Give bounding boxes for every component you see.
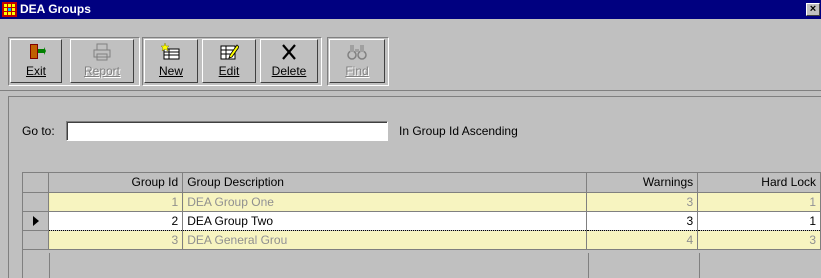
binoculars-icon	[347, 45, 367, 60]
row-selector[interactable]	[23, 211, 50, 231]
table-row[interactable]: 3 DEA General Grou 4 3	[23, 230, 821, 250]
find-button[interactable]: Find	[329, 39, 385, 83]
cell-group-description[interactable]: DEA General Grou	[182, 230, 588, 250]
row-selector-header	[23, 173, 50, 193]
cell-hard-lock[interactable]: 1	[697, 210, 821, 231]
app-grid-icon	[2, 2, 17, 17]
report-button[interactable]: Report	[70, 39, 134, 83]
edit-record-icon	[220, 44, 239, 60]
row-selector[interactable]	[23, 192, 50, 212]
new-record-icon	[161, 43, 180, 60]
cell-group-description[interactable]: DEA Group Two	[182, 210, 588, 231]
column-header-group-description[interactable]: Group Description	[182, 173, 588, 193]
close-button[interactable]: ×	[806, 3, 820, 16]
goto-input[interactable]	[66, 121, 388, 141]
edit-label: Edit	[218, 64, 240, 78]
delete-x-icon	[282, 44, 296, 60]
groups-grid: Group Id Group Description Warnings Hard…	[22, 172, 821, 278]
cell-warnings[interactable]: 3	[586, 192, 699, 212]
delete-button[interactable]: Delete	[260, 39, 318, 83]
toolbar: Exit Report New Edit Delete Find	[0, 19, 821, 91]
grid-divider	[699, 253, 700, 278]
cell-hard-lock[interactable]: 3	[697, 230, 821, 250]
exit-label: Exit	[25, 64, 46, 78]
window-titlebar: DEA Groups ×	[0, 0, 821, 19]
current-row-arrow-icon	[32, 215, 39, 226]
goto-label: Go to:	[22, 124, 55, 138]
row-selector[interactable]	[23, 230, 50, 250]
exit-door-icon	[30, 44, 46, 59]
column-header-hard-lock[interactable]: Hard Lock	[697, 173, 821, 193]
column-header-warnings[interactable]: Warnings	[586, 173, 699, 193]
window-title: DEA Groups	[20, 2, 91, 16]
table-row[interactable]: 1 DEA Group One 3 1	[23, 192, 821, 212]
cell-hard-lock[interactable]: 1	[697, 192, 821, 212]
cell-warnings[interactable]: 4	[586, 230, 699, 250]
new-label: New	[158, 64, 183, 78]
cell-group-id[interactable]: 3	[48, 230, 184, 250]
printer-icon	[93, 43, 111, 61]
table-row-current[interactable]: 2 DEA Group Two 3 1	[23, 210, 821, 231]
grid-header-row: Group Id Group Description Warnings Hard…	[23, 173, 821, 193]
grid-divider	[588, 253, 589, 278]
cell-group-id[interactable]: 2	[48, 210, 184, 231]
cell-group-id[interactable]: 1	[48, 192, 184, 212]
cell-warnings[interactable]: 3	[586, 210, 699, 231]
sort-order-text: In Group Id Ascending	[399, 124, 518, 138]
new-button[interactable]: New	[144, 39, 198, 83]
grid-empty-area	[23, 253, 821, 278]
cell-group-description[interactable]: DEA Group One	[182, 192, 588, 212]
edit-button[interactable]: Edit	[202, 39, 256, 83]
close-icon: ×	[809, 3, 817, 15]
exit-button[interactable]: Exit	[10, 39, 62, 83]
grid-divider	[49, 253, 50, 278]
column-header-group-id[interactable]: Group Id	[48, 173, 184, 193]
find-label: Find	[345, 64, 369, 78]
delete-label: Delete	[271, 64, 307, 78]
report-label: Report	[83, 64, 121, 78]
